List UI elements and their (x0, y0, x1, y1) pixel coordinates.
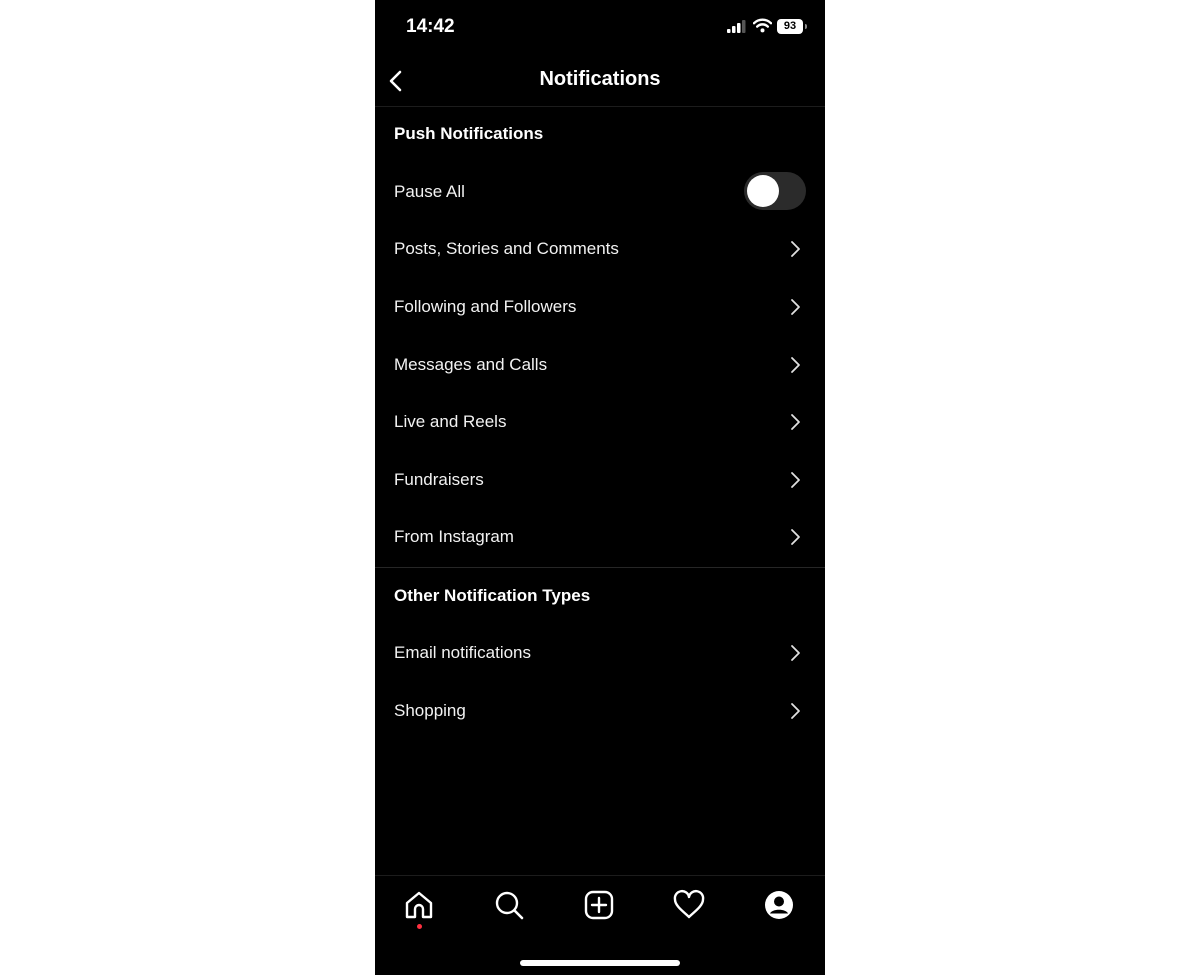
row-posts-stories-comments[interactable]: Posts, Stories and Comments (375, 221, 825, 277)
toggle-knob (747, 175, 779, 207)
row-label: Shopping (394, 701, 466, 720)
row-label: From Instagram (394, 527, 514, 546)
section-title-push: Push Notifications (394, 124, 544, 143)
section-divider (375, 567, 825, 568)
activity-heart-icon[interactable] (672, 888, 706, 922)
home-indicator (520, 960, 680, 966)
section-title-other: Other Notification Types (394, 586, 591, 605)
row-label: Following and Followers (394, 297, 577, 316)
bottom-tab-bar (375, 875, 825, 975)
row-fundraisers[interactable]: Fundraisers (375, 452, 825, 508)
nav-header: Notifications (375, 56, 825, 107)
row-label: Posts, Stories and Comments (394, 239, 619, 258)
battery-indicator: 93 (777, 19, 807, 34)
row-email-notifications[interactable]: Email notifications (375, 625, 825, 681)
row-messages-calls[interactable]: Messages and Calls (375, 337, 825, 393)
chevron-right-icon (791, 241, 800, 257)
row-from-instagram[interactable]: From Instagram (375, 509, 825, 565)
row-label: Fundraisers (394, 470, 484, 489)
row-label: Pause All (394, 182, 465, 201)
home-icon[interactable] (402, 888, 436, 922)
row-following-followers[interactable]: Following and Followers (375, 279, 825, 335)
pause-all-toggle[interactable] (744, 172, 806, 210)
row-label: Messages and Calls (394, 355, 548, 374)
chevron-right-icon (791, 414, 800, 430)
profile-avatar-icon[interactable] (762, 888, 796, 922)
chevron-right-icon (791, 645, 800, 661)
chevron-right-icon (791, 472, 800, 488)
row-shopping[interactable]: Shopping (375, 683, 825, 739)
chevron-right-icon (791, 703, 800, 719)
row-label: Live and Reels (394, 412, 507, 431)
row-live-reels[interactable]: Live and Reels (375, 394, 825, 450)
chevron-right-icon (791, 529, 800, 545)
chevron-right-icon (791, 357, 800, 373)
cellular-signal-icon (727, 20, 746, 33)
status-bar: 14:42 93 (375, 0, 825, 56)
phone-screen: 14:42 93 Notifications Push Notification… (375, 0, 825, 975)
wifi-icon (753, 18, 772, 33)
row-label: Email notifications (394, 643, 532, 662)
chevron-right-icon (791, 299, 800, 315)
page-title: Notifications (539, 68, 661, 90)
home-notification-dot (417, 924, 422, 929)
search-icon[interactable] (492, 888, 526, 922)
status-time: 14:42 (406, 16, 455, 37)
create-post-icon[interactable] (582, 888, 616, 922)
